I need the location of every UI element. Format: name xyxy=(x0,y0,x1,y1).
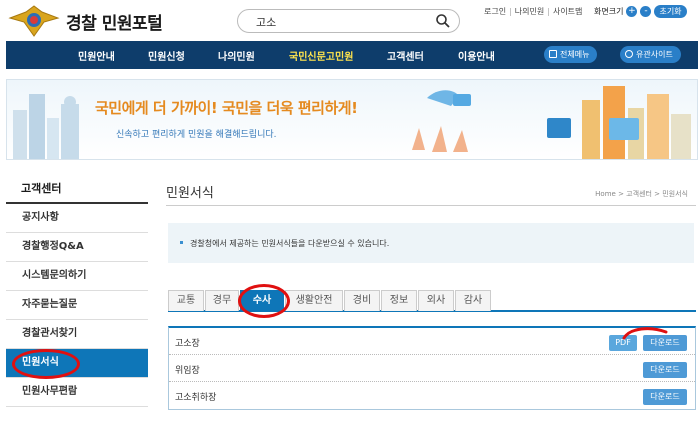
globe-icon xyxy=(625,50,633,58)
list-item: 위임장 다운로드 xyxy=(169,355,695,382)
banner-headline-part1: 국민에게 더 가까이! xyxy=(95,99,218,117)
city-skyline-illustration xyxy=(13,86,691,159)
sidebar-item-faq[interactable]: 자주묻는질문 xyxy=(6,291,148,320)
list-item: 고소장 PDF 다운로드 xyxy=(169,328,695,355)
nav-item-apply[interactable]: 민원신청 xyxy=(148,48,185,63)
tab-foreign-affairs[interactable]: 외사 xyxy=(418,290,454,311)
nav-item-customer-center[interactable]: 고객센터 xyxy=(387,48,424,63)
tab-security[interactable]: 경비 xyxy=(344,290,380,311)
list-item: 고소취하장 다운로드 xyxy=(169,382,695,409)
menu-icon xyxy=(549,50,557,58)
header: 경찰 민원포털 고소 로그인 | 나의민원 | 사이트맵 화면크기 + - 초기… xyxy=(0,0,700,40)
tab-audit[interactable]: 감사 xyxy=(455,290,491,311)
download-button[interactable]: 다운로드 xyxy=(643,389,687,405)
font-reset-button[interactable]: 초기화 xyxy=(654,5,687,18)
sidebar-title: 고객센터 xyxy=(6,180,148,204)
all-menu-button[interactable]: 전체메뉴 xyxy=(544,46,598,63)
banner-headline: 국민에게 더 가까이! 국민을 더욱 편리하게! xyxy=(95,97,358,118)
page-title: 민원서식 xyxy=(166,186,214,201)
search-box[interactable]: 고소 xyxy=(237,9,460,33)
hero-banner: 국민에게 더 가까이! 국민을 더욱 편리하게! 신속하고 편리하게 민원을 해… xyxy=(6,79,698,160)
title-divider xyxy=(166,205,696,206)
sidebar-item-find-office[interactable]: 경찰관서찾기 xyxy=(6,320,148,349)
utility-links: 로그인 | 나의민원 | 사이트맵 xyxy=(484,6,583,17)
banner-subtitle: 신속하고 편리하게 민원을 해결해드립니다. xyxy=(116,130,277,140)
info-box: 경찰청에서 제공하는 민원서식들을 다운받으실 수 있습니다. xyxy=(168,223,694,263)
sidebar-item-qna[interactable]: 경찰행정Q&A xyxy=(6,233,148,262)
font-size-control: 화면크기 + - 초기화 xyxy=(594,5,687,18)
site-name: 경찰 민원포털 xyxy=(66,13,163,34)
nav-item-guide[interactable]: 민원안내 xyxy=(78,48,115,63)
sidebar-item-notice[interactable]: 공지사항 xyxy=(6,204,148,233)
main-nav: 민원안내 민원신청 나의민원 국민신문고민원 고객센터 이용안내 전체메뉴 유관… xyxy=(6,41,698,69)
font-plus-button[interactable]: + xyxy=(626,6,638,17)
download-button[interactable]: 다운로드 xyxy=(643,362,687,378)
nav-item-usage[interactable]: 이용안내 xyxy=(458,48,495,63)
nav-item-my[interactable]: 나의민원 xyxy=(218,48,255,63)
form-name: 고소장 xyxy=(175,339,200,349)
highlight-mark-download xyxy=(622,327,668,340)
info-text: 경찰청에서 제공하는 민원서식들을 다운받으실 수 있습니다. xyxy=(190,239,390,248)
highlight-mark-forms xyxy=(12,349,80,379)
sidebar-item-system-inquiry[interactable]: 시스템문의하기 xyxy=(6,262,148,291)
highlight-mark-investigation-tab xyxy=(238,284,290,318)
police-emblem-icon xyxy=(8,5,60,37)
font-minus-button[interactable]: - xyxy=(640,6,652,17)
related-sites-button[interactable]: 유관사이트 xyxy=(620,46,681,63)
bullet-icon xyxy=(180,241,183,244)
all-menu-label: 전체메뉴 xyxy=(560,50,590,59)
search-input[interactable]: 고소 xyxy=(256,14,276,30)
site-logo[interactable]: 경찰 민원포털 xyxy=(8,4,163,38)
sitemap-link[interactable]: 사이트맵 xyxy=(553,6,582,17)
forms-list: 고소장 PDF 다운로드 위임장 다운로드 고소취하장 다운로드 xyxy=(168,326,696,410)
login-link[interactable]: 로그인 xyxy=(484,6,506,17)
tab-traffic[interactable]: 교통 xyxy=(168,290,204,311)
search-icon[interactable] xyxy=(435,13,451,29)
related-sites-label: 유관사이트 xyxy=(636,50,673,59)
tab-public-safety[interactable]: 생활안전 xyxy=(285,290,343,311)
breadcrumb: Home > 고객센터 > 민원서식 xyxy=(595,190,688,198)
my-civil-link[interactable]: 나의민원 xyxy=(515,6,544,17)
font-size-label: 화면크기 xyxy=(594,7,624,16)
banner-headline-part2: 국민을 더욱 편리하게! xyxy=(221,99,358,117)
form-name: 고소취하장 xyxy=(175,393,217,403)
nav-item-epeople[interactable]: 국민신문고민원 xyxy=(289,48,353,63)
sidebar-item-manual[interactable]: 민원사무편람 xyxy=(6,378,148,407)
tab-intelligence[interactable]: 정보 xyxy=(381,290,417,311)
tab-police-admin[interactable]: 경무 xyxy=(205,290,239,311)
form-name: 위임장 xyxy=(175,366,200,376)
